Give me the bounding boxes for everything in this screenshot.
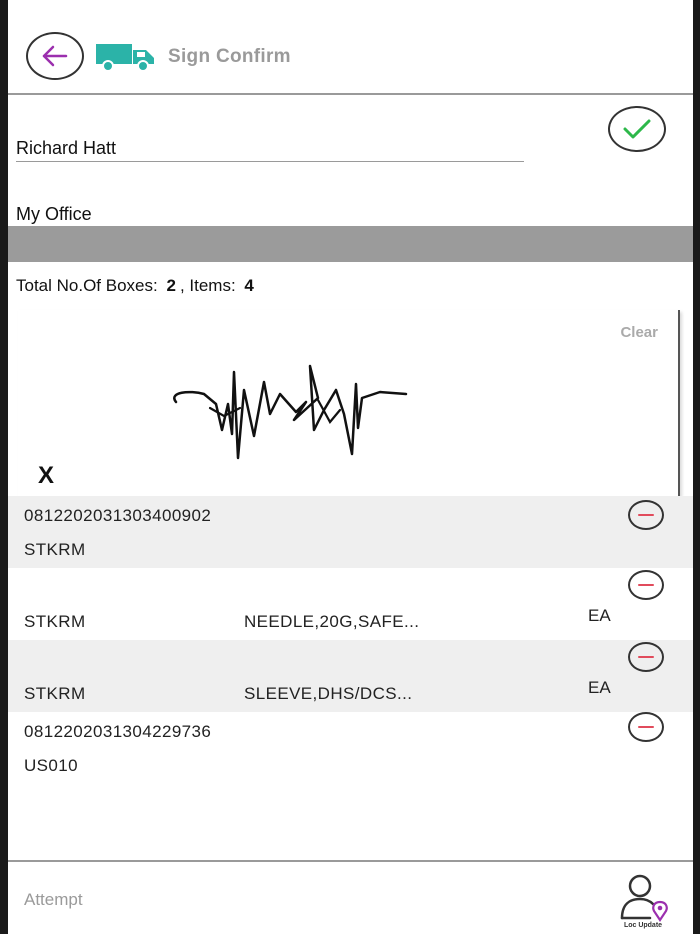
remove-item-button[interactable] — [628, 570, 664, 600]
check-icon — [623, 119, 651, 139]
list-item: STKRM NEEDLE,20G,SAFE... EA — [8, 568, 693, 640]
list-item-uom: EA — [588, 678, 611, 697]
minus-icon — [638, 725, 654, 729]
confirm-button[interactable] — [608, 106, 666, 152]
footer-bar: Attempt Loc Update — [8, 860, 693, 934]
list-item: STKRM SLEEVE,DHS/DCS... EA — [8, 640, 693, 712]
totals-items-label: , Items: — [179, 276, 236, 295]
screen-edge-right — [693, 0, 700, 934]
delivery-truck-icon — [96, 44, 154, 72]
remove-item-button[interactable] — [628, 642, 664, 672]
list-item: 0812202031304229736 US010 — [8, 712, 693, 784]
list-item: 0812202031303400902 STKRM — [8, 496, 693, 568]
minus-icon — [638, 583, 654, 587]
list-item-uom: EA — [588, 606, 611, 625]
list-item-location: US010 — [24, 756, 78, 775]
signature-stroke — [173, 364, 408, 460]
location-user-icon — [620, 874, 668, 922]
list-item-location: STKRM — [24, 612, 86, 631]
signature-x-mark: X — [38, 462, 55, 489]
list-item-description: NEEDLE,20G,SAFE... — [244, 612, 420, 631]
back-button[interactable] — [26, 32, 84, 80]
app-screen: Sign Confirm My Office Total No.Of Boxes… — [0, 0, 700, 934]
totals-boxes-label: Total No.Of Boxes: — [16, 276, 158, 295]
header-bar: Sign Confirm — [8, 0, 693, 95]
list-item-location: STKRM — [24, 540, 86, 559]
recipient-name-field[interactable] — [16, 136, 524, 162]
minus-icon — [638, 513, 654, 517]
totals-boxes-value: 2 — [166, 276, 176, 295]
attempt-button[interactable]: Attempt — [24, 890, 83, 910]
loc-update-button[interactable]: Loc Update — [608, 872, 678, 932]
location-label: My Office — [16, 204, 92, 224]
remove-item-button[interactable] — [628, 712, 664, 742]
page-title: Sign Confirm — [168, 46, 291, 67]
list-item-barcode: 0812202031303400902 — [24, 506, 212, 525]
totals-items-value: 4 — [244, 276, 254, 295]
loc-update-label: Loc Update — [623, 922, 663, 929]
back-arrow-icon — [42, 45, 68, 67]
signature-clear-button[interactable]: Clear — [620, 324, 658, 341]
screen-edge-left — [0, 0, 8, 934]
section-divider-bar — [8, 226, 693, 262]
totals-summary: Total No.Of Boxes: 2, Items: 4 — [16, 276, 258, 296]
minus-icon — [638, 655, 654, 659]
list-item-location: STKRM — [24, 684, 86, 703]
list-item-description: SLEEVE,DHS/DCS... — [244, 684, 413, 703]
remove-item-button[interactable] — [628, 500, 664, 530]
list-item-barcode: 0812202031304229736 — [24, 722, 212, 741]
signature-pad[interactable]: Clear X — [18, 310, 680, 496]
